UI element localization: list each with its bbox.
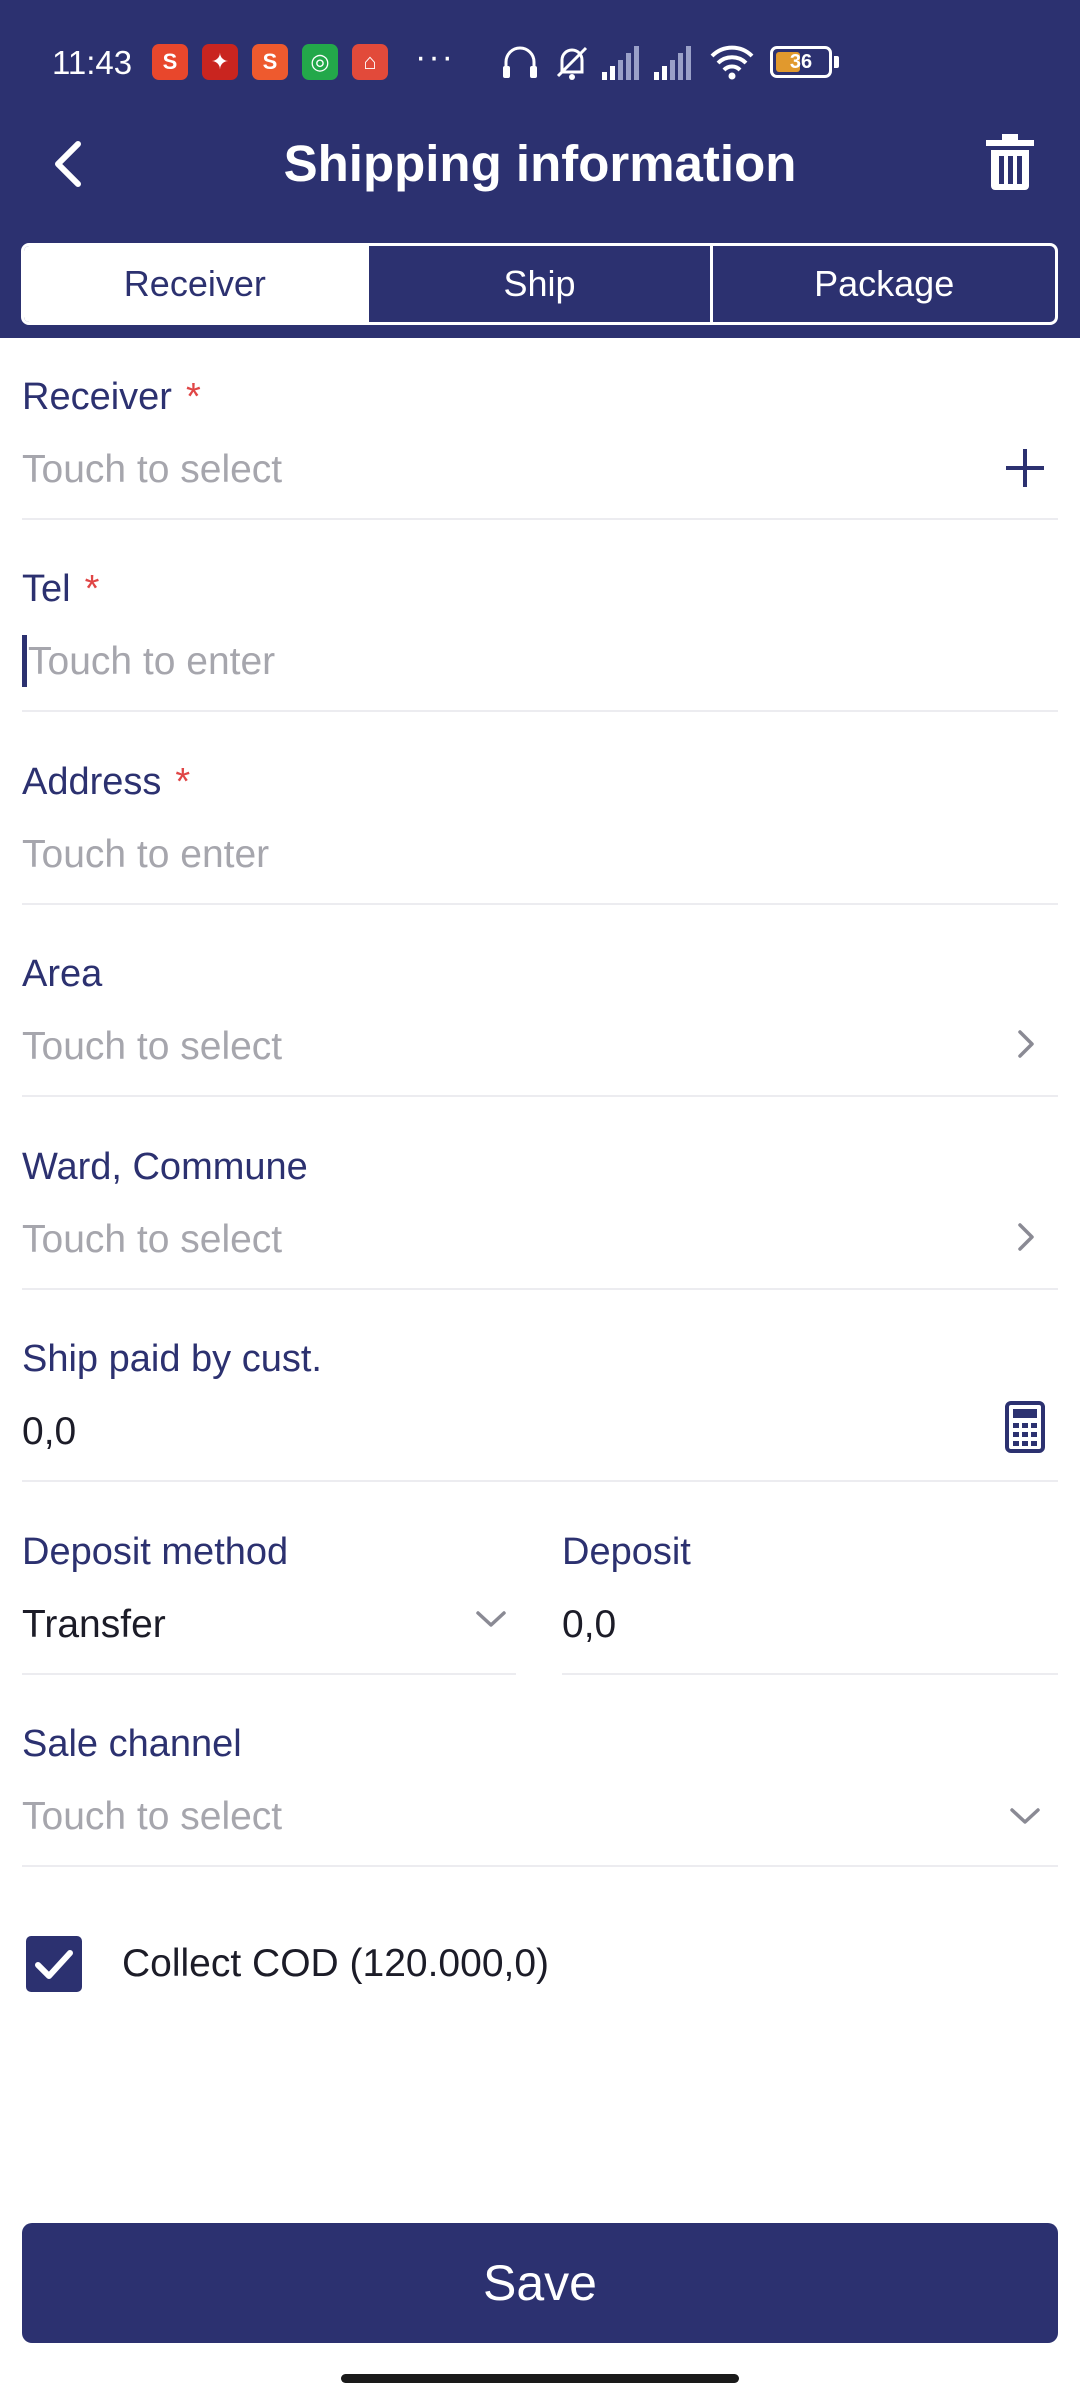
ward-chevron <box>1000 1213 1050 1263</box>
required-mark: * <box>175 761 191 803</box>
calculator-button[interactable] <box>1000 1400 1050 1453</box>
address-field[interactable]: Address * Touch to enter <box>22 723 1058 905</box>
tel-input[interactable]: Touch to enter <box>28 640 275 684</box>
area-label: Area <box>22 953 103 995</box>
signal-1-icon <box>602 46 639 80</box>
delete-button[interactable] <box>984 132 1036 192</box>
shopee-bag-icon: S <box>252 44 288 80</box>
store-icon: ⌂ <box>352 44 388 80</box>
status-time: 11:43 <box>52 44 133 81</box>
calculator-icon <box>1005 1401 1045 1453</box>
headset-icon <box>503 46 537 78</box>
battery-level: 36 <box>789 51 813 73</box>
more-notifications-icon: ··· <box>415 38 455 76</box>
add-receiver-button[interactable] <box>1000 443 1050 493</box>
trash-icon <box>986 134 1034 190</box>
deposit-method-select[interactable]: Transfer <box>22 1603 166 1647</box>
sale-channel-field[interactable]: Sale channel Touch to select <box>22 1685 1058 1867</box>
battery-icon: 36 <box>770 46 832 78</box>
area-chevron <box>1000 1020 1050 1070</box>
receiver-label: Receiver <box>22 376 172 418</box>
home-indicator[interactable] <box>341 2374 739 2383</box>
area-placeholder: Touch to select <box>22 1025 283 1068</box>
page-title: Shipping information <box>283 135 797 192</box>
tab-receiver[interactable]: Receiver <box>24 246 366 322</box>
tel-label: Tel <box>22 568 71 610</box>
deposit-method-label: Deposit method <box>22 1531 289 1573</box>
sale-channel-dropdown[interactable] <box>1000 1790 1050 1840</box>
chevron-right-icon <box>1018 1030 1034 1058</box>
game-icon: ✦ <box>202 44 238 80</box>
ship-paid-label: Ship paid by cust. <box>22 1338 322 1380</box>
required-mark: * <box>185 376 201 418</box>
tab-package[interactable]: Package <box>710 246 1055 322</box>
ward-commune-field[interactable]: Ward, Commune Touch to select <box>22 1108 1058 1290</box>
ship-paid-field[interactable]: Ship paid by cust. 0,0 <box>22 1300 1058 1482</box>
deposit-field[interactable]: Deposit 0,0 <box>562 1493 1058 1675</box>
ward-commune-placeholder: Touch to select <box>22 1218 283 1261</box>
collect-cod-checkbox[interactable] <box>26 1936 82 1992</box>
green-app-icon: ◎ <box>302 44 338 80</box>
text-cursor <box>22 635 27 687</box>
required-mark: * <box>84 568 100 610</box>
sale-channel-placeholder: Touch to select <box>22 1795 283 1838</box>
area-field[interactable]: Area Touch to select <box>22 915 1058 1097</box>
chevron-right-icon <box>1018 1223 1034 1251</box>
plus-icon <box>1006 449 1044 487</box>
receiver-placeholder: Touch to select <box>22 448 283 491</box>
address-label: Address <box>22 761 162 803</box>
tab-ship[interactable]: Ship <box>365 246 711 322</box>
status-bar: 11:43 S ✦ S ◎ ⌂ ··· 36 <box>0 0 1080 130</box>
address-input[interactable]: Touch to enter <box>22 833 269 877</box>
tel-field[interactable]: Tel * Touch to enter <box>22 530 1058 712</box>
ship-paid-input[interactable]: 0,0 <box>22 1410 76 1454</box>
save-button[interactable]: Save <box>22 2223 1058 2343</box>
collect-cod-label: Collect COD (120.000,0) <box>122 1942 550 1985</box>
ward-commune-label: Ward, Commune <box>22 1146 308 1188</box>
chevron-down-icon <box>476 1611 506 1627</box>
sale-channel-label: Sale channel <box>22 1723 242 1765</box>
deposit-method-dropdown[interactable] <box>466 1593 516 1643</box>
shopee-icon: S <box>152 44 188 80</box>
deposit-input[interactable]: 0,0 <box>562 1603 616 1647</box>
checkmark-icon <box>35 1950 73 1979</box>
wifi-icon <box>710 45 754 80</box>
chevron-down-icon <box>1010 1808 1040 1824</box>
deposit-method-field[interactable]: Deposit method Transfer <box>22 1493 516 1675</box>
deposit-label: Deposit <box>562 1531 691 1573</box>
receiver-field[interactable]: Receiver * Touch to select <box>22 338 1058 520</box>
tab-bar: Receiver Ship Package <box>21 243 1058 325</box>
signal-2-icon <box>654 46 691 80</box>
bell-off-icon <box>556 46 588 80</box>
